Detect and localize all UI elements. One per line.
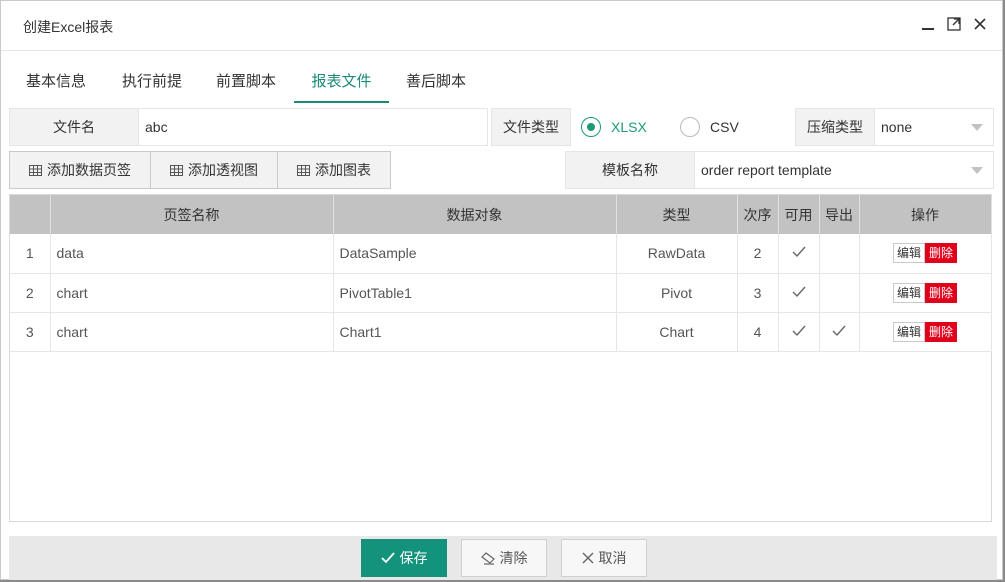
- table-icon: [170, 164, 183, 176]
- radio-csv-label: CSV: [710, 119, 739, 135]
- tab-pre-script[interactable]: 前置脚本: [201, 63, 291, 103]
- col-header-data-object[interactable]: 数据对象: [333, 195, 617, 234]
- row-index: 3: [10, 312, 51, 352]
- radio-xlsx-label: XLSX: [611, 119, 647, 135]
- row-actions: 编辑 删除: [859, 312, 992, 352]
- row-index: 2: [10, 273, 51, 313]
- add-pivot-label: 添加透视图: [188, 162, 258, 178]
- file-name-input[interactable]: abc: [138, 108, 488, 146]
- save-label: 保存: [399, 550, 428, 566]
- sheet-table: 页签名称 数据对象 类型 次序 可用 导出 操作 1 data DataSamp…: [9, 194, 992, 522]
- tab-preconditions[interactable]: 执行前提: [107, 63, 197, 103]
- row-actions: 编辑 删除: [859, 234, 992, 274]
- delete-button[interactable]: 删除: [925, 243, 958, 264]
- cancel-label: 取消: [598, 550, 627, 566]
- dialog-titlebar: 创建Excel报表: [1, 1, 1002, 51]
- clear-label: 清除: [499, 550, 528, 566]
- radio-unselected-icon: [680, 117, 700, 137]
- add-button-group: 添加数据页签 添加透视图 添加图表: [9, 151, 391, 189]
- row-export: [819, 312, 860, 352]
- delete-button[interactable]: 删除: [925, 282, 958, 303]
- edit-button[interactable]: 编辑: [892, 321, 925, 342]
- check-icon: [832, 325, 846, 336]
- table-row[interactable]: 3 chart Chart1 Chart 4 编辑 删除: [10, 312, 992, 352]
- row-enabled: [778, 273, 820, 313]
- table-header-row: 页签名称 数据对象 类型 次序 可用 导出 操作: [10, 195, 992, 234]
- col-header-sheet-name[interactable]: 页签名称: [50, 195, 334, 234]
- row-type: Chart: [616, 312, 738, 352]
- radio-xlsx[interactable]: XLSX: [581, 108, 647, 146]
- add-chart-button[interactable]: 添加图表: [278, 152, 390, 188]
- template-name-select[interactable]: order report template: [694, 151, 994, 189]
- row-data-object: DataSample: [333, 234, 617, 274]
- row-enabled: [778, 234, 820, 274]
- maximize-icon[interactable]: [945, 15, 963, 33]
- delete-button[interactable]: 删除: [925, 321, 958, 342]
- edit-button[interactable]: 编辑: [892, 243, 925, 264]
- row-type: Pivot: [616, 273, 738, 313]
- file-type-label: 文件类型: [491, 108, 571, 146]
- add-data-sheet-button[interactable]: 添加数据页签: [10, 152, 151, 188]
- radio-csv[interactable]: CSV: [680, 108, 739, 146]
- close-icon: [582, 552, 593, 564]
- add-data-sheet-label: 添加数据页签: [47, 162, 131, 178]
- table-row[interactable]: 1 data DataSample RawData 2 编辑 删除: [10, 234, 992, 274]
- save-button[interactable]: 保存: [361, 539, 447, 577]
- row-sheet-name: chart: [50, 273, 334, 313]
- row-order: 4: [737, 312, 779, 352]
- row-data-object: PivotTable1: [333, 273, 617, 313]
- compress-type-label: 压缩类型: [795, 108, 875, 146]
- compress-type-value: none: [881, 119, 913, 135]
- check-icon: [792, 325, 806, 336]
- row-sheet-name: chart: [50, 312, 334, 352]
- tab-basic-info[interactable]: 基本信息: [11, 63, 101, 103]
- template-name-label: 模板名称: [565, 151, 695, 189]
- edit-button[interactable]: 编辑: [892, 282, 925, 303]
- check-icon: [380, 552, 395, 564]
- dialog-title: 创建Excel报表: [23, 19, 114, 35]
- tab-post-script[interactable]: 善后脚本: [391, 63, 481, 103]
- row-order: 2: [737, 234, 779, 274]
- template-name-value: order report template: [701, 162, 832, 178]
- cancel-button[interactable]: 取消: [561, 539, 647, 577]
- row-type: RawData: [616, 234, 738, 274]
- table-icon: [29, 164, 42, 176]
- row-enabled: [778, 312, 820, 352]
- row-actions: 编辑 删除: [859, 273, 992, 313]
- tab-report-file[interactable]: 报表文件: [294, 63, 389, 103]
- col-header-actions: 操作: [859, 195, 992, 234]
- col-header-export[interactable]: 导出: [819, 195, 860, 234]
- chevron-down-icon: [971, 167, 983, 174]
- clear-button[interactable]: 清除: [461, 539, 547, 577]
- close-icon[interactable]: [971, 15, 989, 33]
- minimize-icon[interactable]: [919, 15, 937, 33]
- compress-type-select[interactable]: none: [874, 108, 994, 146]
- col-header-order[interactable]: 次序: [737, 195, 779, 234]
- eraser-icon: [480, 552, 495, 565]
- col-header-enabled[interactable]: 可用: [778, 195, 820, 234]
- create-excel-report-dialog: 创建Excel报表 基本信息 执行前提 前置脚本 报表文件 善后脚本 文件名 a…: [0, 0, 1003, 580]
- row-export: [819, 273, 860, 313]
- row-data-object: Chart1: [333, 312, 617, 352]
- row-sheet-name: data: [50, 234, 334, 274]
- dialog-footer: 保存 清除 取消: [9, 536, 997, 580]
- radio-selected-icon: [581, 117, 601, 137]
- table-row[interactable]: 2 chart PivotTable1 Pivot 3 编辑 删除: [10, 273, 992, 313]
- table-icon: [297, 164, 310, 176]
- col-header-type[interactable]: 类型: [616, 195, 738, 234]
- row-index: 1: [10, 234, 51, 274]
- add-pivot-button[interactable]: 添加透视图: [151, 152, 278, 188]
- chevron-down-icon: [971, 124, 983, 131]
- row-order: 3: [737, 273, 779, 313]
- check-icon: [792, 246, 806, 258]
- row-export: [819, 234, 860, 274]
- col-header-index: [10, 195, 51, 234]
- add-chart-label: 添加图表: [315, 162, 371, 178]
- file-name-label: 文件名: [9, 108, 139, 146]
- check-icon: [792, 286, 806, 297]
